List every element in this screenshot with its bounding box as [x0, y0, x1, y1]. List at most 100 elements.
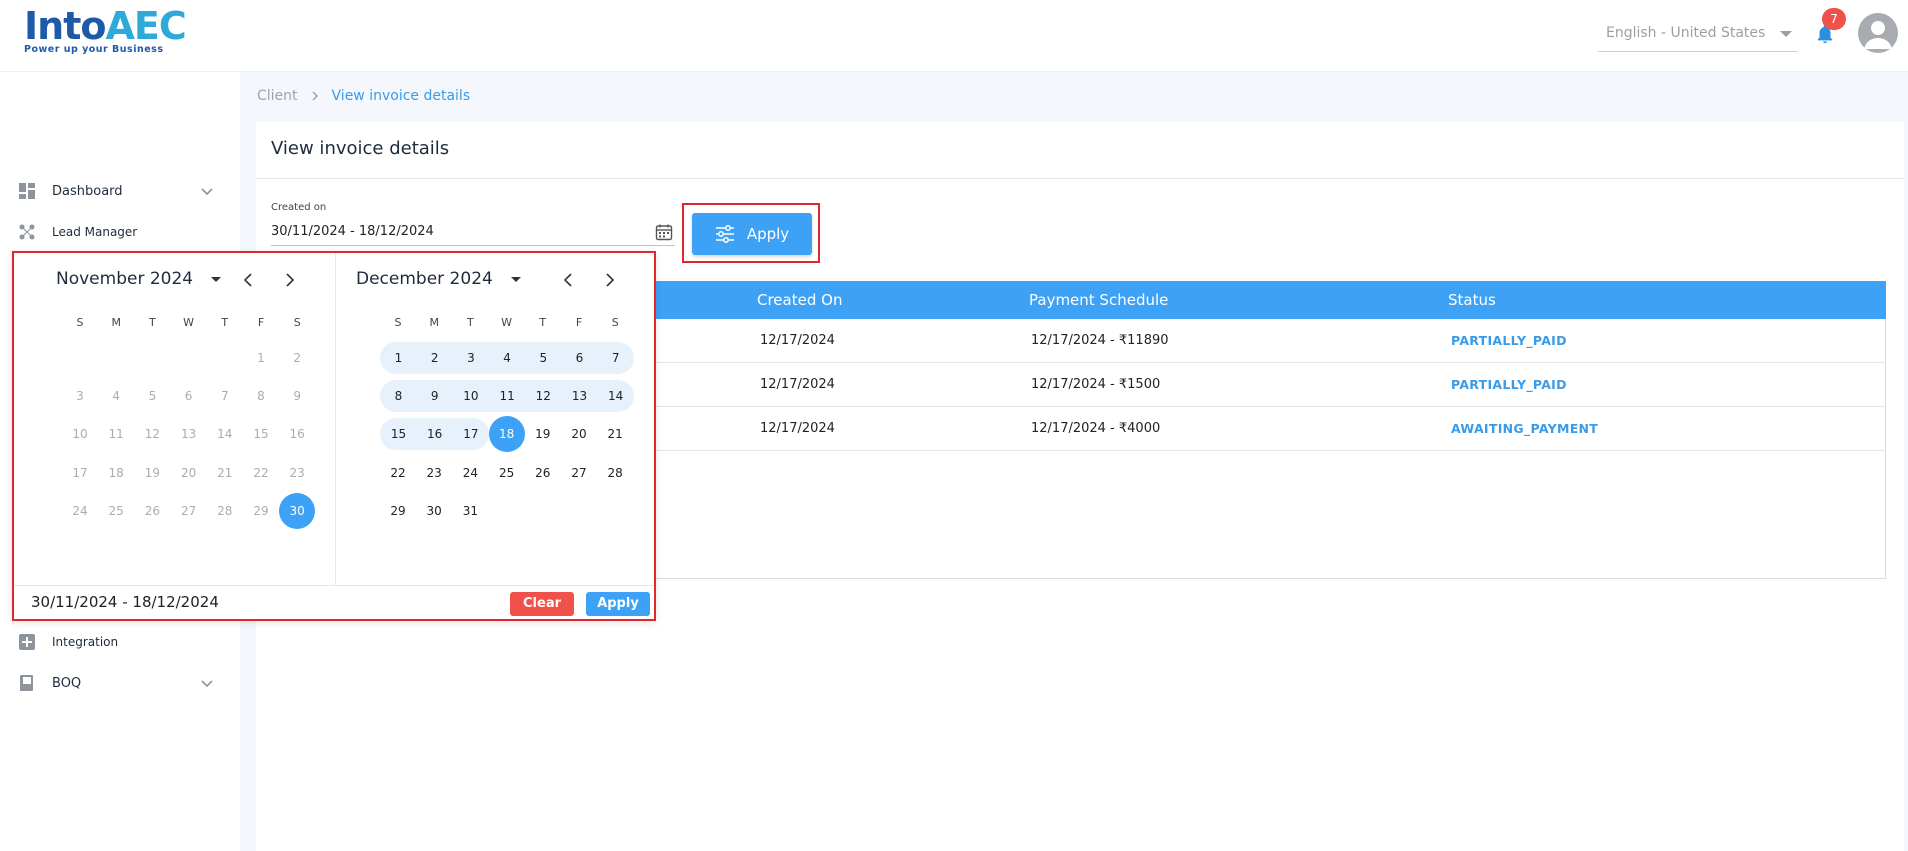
calendar-day[interactable]: 23: [279, 457, 315, 489]
logo-main-text: Into: [24, 4, 106, 48]
status-badge[interactable]: PARTIALLY_PAID: [1451, 377, 1567, 392]
calendar-day[interactable]: 30: [279, 492, 316, 529]
calendar-day[interactable]: 4: [98, 380, 134, 412]
calendar-day[interactable]: 23: [416, 457, 452, 489]
calendar-day[interactable]: 28: [597, 457, 633, 489]
calendar-day[interactable]: 7: [207, 380, 243, 412]
calendar-day[interactable]: 8: [243, 380, 279, 412]
calendar-day[interactable]: 19: [134, 457, 170, 489]
calendar-day[interactable]: 28: [207, 495, 243, 527]
sidebar-item-lead-manager[interactable]: Lead Manager: [18, 215, 218, 249]
table-row[interactable]: 12/17/2024 12/17/2024 - ₹1500 PARTIALLY_…: [656, 363, 1886, 407]
calendar-day[interactable]: 26: [525, 457, 561, 489]
calendar-day[interactable]: 14: [597, 380, 635, 413]
status-badge[interactable]: PARTIALLY_PAID: [1451, 333, 1567, 348]
calendar-day[interactable]: 5: [524, 342, 562, 374]
calendar-day[interactable]: 24: [452, 457, 488, 489]
calendar-day[interactable]: 14: [207, 418, 243, 450]
date-picker-footer: 30/11/2024 - 18/12/2024 Clear Apply: [14, 585, 654, 619]
language-select[interactable]: English - United States: [1598, 20, 1798, 52]
calendar-day[interactable]: 21: [207, 457, 243, 489]
calendar-day[interactable]: 1: [243, 342, 279, 374]
avatar[interactable]: [1858, 13, 1898, 53]
created-on-value: 30/11/2024 - 18/12/2024: [271, 224, 434, 239]
calendar-day[interactable]: 22: [380, 457, 416, 489]
calendar-day[interactable]: 25: [489, 457, 525, 489]
calendar-day[interactable]: 27: [171, 495, 207, 527]
month-selector[interactable]: November 2024: [56, 269, 222, 289]
calendar-day[interactable]: 25: [98, 495, 134, 527]
calendar-day[interactable]: 8: [380, 380, 417, 413]
calendar-day[interactable]: 3: [452, 342, 490, 374]
calendar-day[interactable]: 17: [62, 457, 98, 489]
calendar-day[interactable]: 10: [452, 380, 490, 413]
breadcrumb-current: View invoice details: [331, 88, 471, 104]
created-on-date-range-input[interactable]: 30/11/2024 - 18/12/2024: [271, 220, 675, 246]
calendar-day[interactable]: 22: [243, 457, 279, 489]
calendar-day[interactable]: 12: [524, 380, 562, 413]
calendar-day[interactable]: 29: [380, 495, 416, 527]
calendar-day[interactable]: 29: [243, 495, 279, 527]
calendar-day[interactable]: 15: [380, 418, 417, 451]
brand-logo[interactable]: IntoAEC Power up your Business: [24, 4, 187, 55]
calendar-day[interactable]: 13: [561, 380, 598, 413]
calendar-day[interactable]: 18: [488, 416, 525, 453]
status-badge[interactable]: AWAITING_PAYMENT: [1451, 421, 1598, 436]
column-header-created-on[interactable]: Created On: [757, 291, 842, 309]
calendar-day[interactable]: 1: [380, 342, 417, 374]
calendar-day[interactable]: 4: [488, 342, 526, 374]
month-selector[interactable]: December 2024: [356, 269, 521, 289]
weekday-label: M: [429, 316, 439, 329]
apply-filter-label: Apply: [746, 225, 790, 243]
breadcrumb-root[interactable]: Client: [257, 88, 298, 104]
calendar-day[interactable]: 2: [416, 342, 454, 374]
calendar-day[interactable]: 16: [416, 418, 454, 451]
weekday-label: T: [149, 316, 156, 329]
calendar-day[interactable]: 27: [561, 457, 597, 489]
date-apply-button[interactable]: Apply: [586, 592, 650, 616]
month-label: December 2024: [356, 269, 493, 289]
calendar-day[interactable]: 7: [597, 342, 635, 374]
chevron-left-icon[interactable]: [240, 271, 258, 289]
calendar-day[interactable]: 20: [171, 457, 207, 489]
calendar-day[interactable]: 16: [279, 418, 315, 450]
sidebar-item-boq[interactable]: BOQ: [18, 666, 218, 700]
calendar-day[interactable]: 5: [134, 380, 170, 412]
calendar-day[interactable]: 13: [171, 418, 207, 450]
calendar-day[interactable]: 3: [62, 380, 98, 412]
calendar-day[interactable]: 11: [98, 418, 134, 450]
weekday-label: W: [501, 316, 513, 329]
calendar-day[interactable]: 30: [416, 495, 452, 527]
cell-payment-schedule: 12/17/2024 - ₹4000: [1031, 421, 1161, 436]
clear-button[interactable]: Clear: [510, 592, 574, 616]
calendar-day[interactable]: 15: [243, 418, 279, 450]
chevron-left-icon[interactable]: [560, 271, 578, 289]
calendar-day[interactable]: 10: [62, 418, 98, 450]
calendar-day[interactable]: 9: [416, 380, 454, 413]
calendar-day[interactable]: 6: [171, 380, 207, 412]
calendar-day[interactable]: 11: [488, 380, 526, 413]
calendar-day[interactable]: 21: [597, 418, 633, 450]
calendar-day[interactable]: 18: [98, 457, 134, 489]
table-row[interactable]: 12/17/2024 12/17/2024 - ₹4000 AWAITING_P…: [656, 407, 1886, 451]
apply-filter-button[interactable]: Apply: [692, 213, 812, 255]
calendar-day[interactable]: 9: [279, 380, 315, 412]
calendar-day[interactable]: 26: [134, 495, 170, 527]
sidebar-item-integration[interactable]: Integration: [18, 625, 218, 659]
calendar-day[interactable]: 20: [561, 418, 597, 450]
column-header-payment-schedule[interactable]: Payment Schedule: [1029, 291, 1168, 309]
column-header-status[interactable]: Status: [1448, 291, 1496, 309]
calendar-day[interactable]: 24: [62, 495, 98, 527]
chevron-right-icon[interactable]: [600, 271, 618, 289]
chevron-right-icon[interactable]: [280, 271, 298, 289]
calendar-day[interactable]: 17: [452, 418, 490, 451]
calendar-day[interactable]: 12: [134, 418, 170, 450]
calendar-day[interactable]: 31: [452, 495, 488, 527]
sidebar-item-dashboard[interactable]: Dashboard: [18, 174, 218, 208]
calendar-day[interactable]: 19: [525, 418, 561, 450]
calendar-icon[interactable]: [655, 223, 673, 241]
table-row[interactable]: 12/17/2024 12/17/2024 - ₹11890 PARTIALLY…: [656, 319, 1886, 363]
page-title: View invoice details: [271, 138, 450, 159]
calendar-day[interactable]: 6: [561, 342, 598, 374]
calendar-day[interactable]: 2: [279, 342, 315, 374]
